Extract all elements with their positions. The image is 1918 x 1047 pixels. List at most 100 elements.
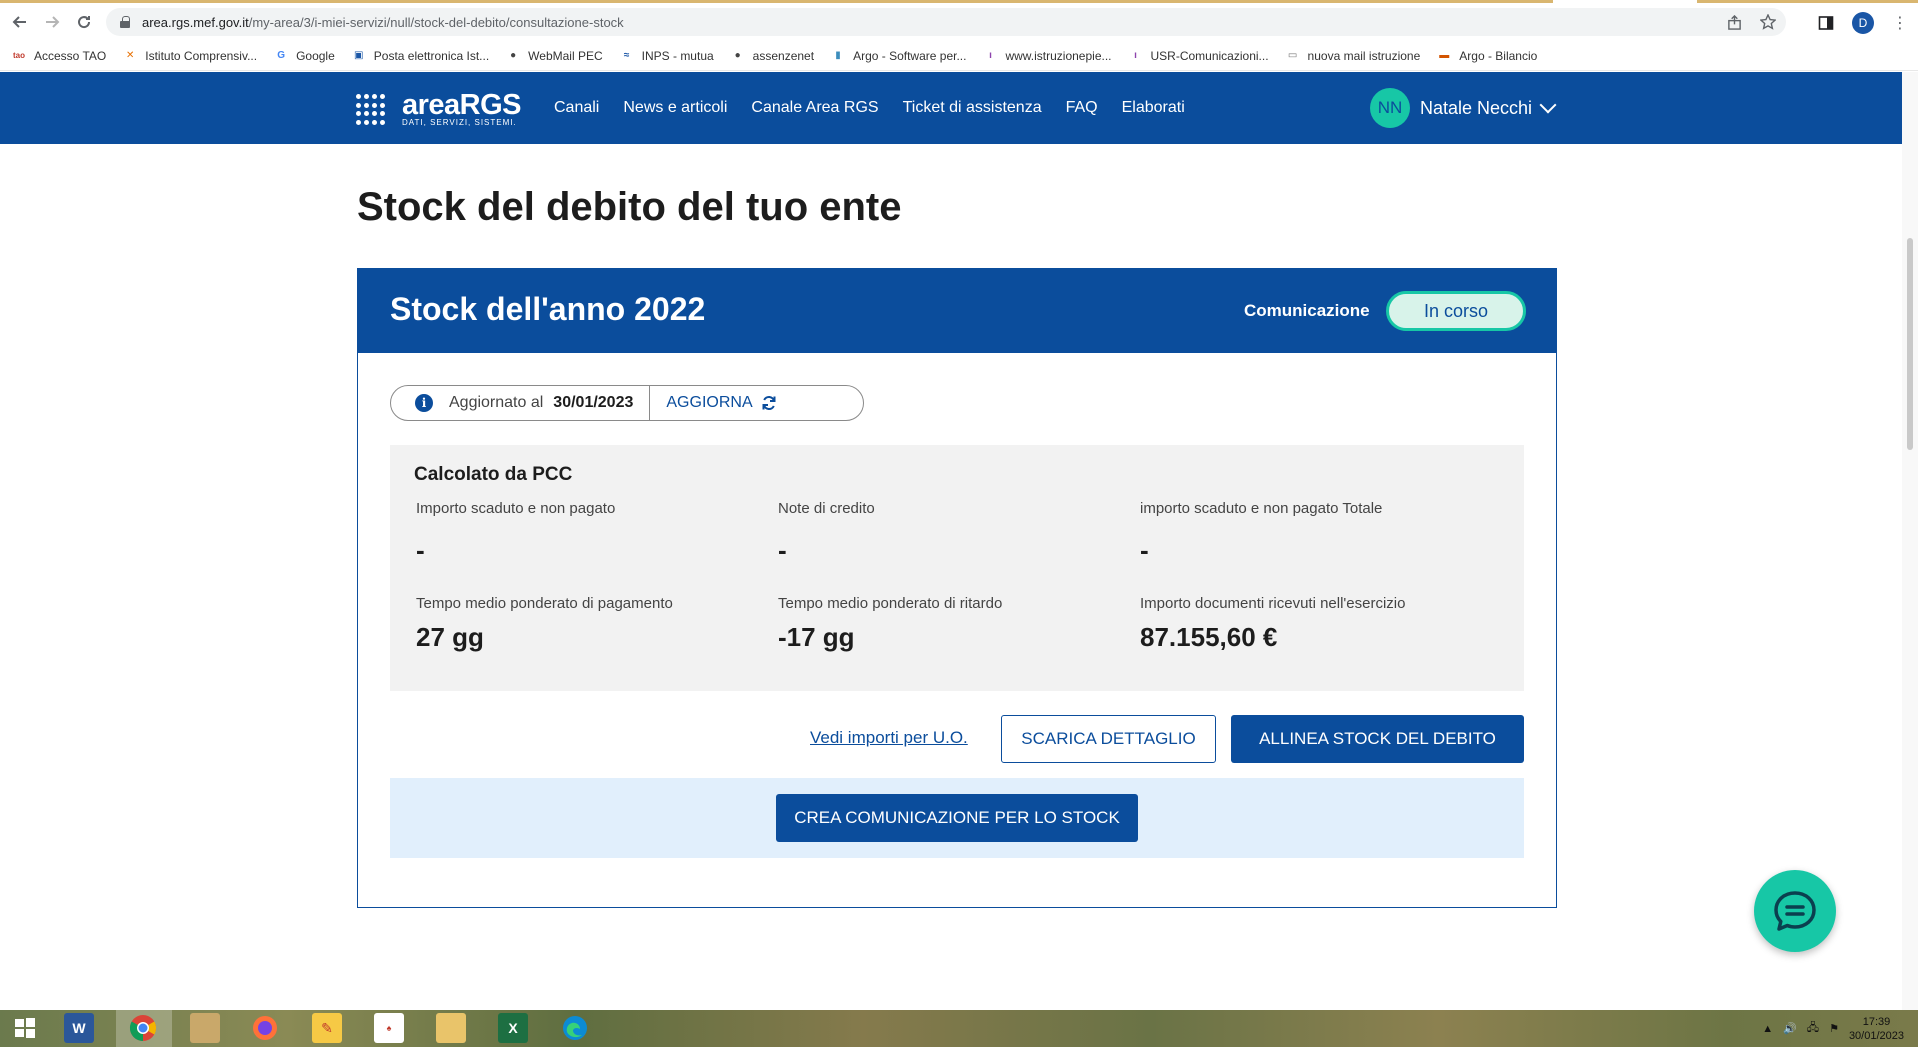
url-text[interactable]: area.rgs.mef.gov.it/my-area/3/i-miei-ser… (142, 15, 624, 30)
metric-label: Importo documenti ricevuti nell'esercizi… (1140, 595, 1406, 612)
refresh-label: AGGIORNA (666, 394, 753, 411)
download-detail-button[interactable]: SCARICA DETTAGLIO (1001, 715, 1216, 763)
metric-value: - (778, 535, 787, 565)
profile-avatar[interactable]: D (1852, 12, 1874, 34)
chrome-icon[interactable] (128, 1013, 158, 1043)
bookmark-label: Argo - Bilancio (1459, 48, 1538, 63)
nav-news[interactable]: News e articoli (623, 99, 727, 117)
bookmark-item[interactable]: ▮ Argo - Software per... (831, 49, 966, 63)
reload-button[interactable] (72, 10, 96, 34)
metric-label: Tempo medio ponderato di pagamento (416, 595, 673, 612)
bookmark-item[interactable]: ● assenzenet (731, 49, 814, 63)
page-title: Stock del debito del tuo ente (357, 185, 902, 229)
folder-icon[interactable] (436, 1013, 466, 1043)
view-uo-amounts-link[interactable]: Vedi importi per U.O. (810, 728, 968, 748)
stock-card-header: Stock dell'anno 2022 Comunicazione In co… (358, 269, 1556, 353)
solitaire-app-icon[interactable]: ♠ (374, 1013, 404, 1043)
bookmark-item[interactable]: ı www.istruzionepie... (983, 49, 1111, 63)
bookmark-label: Accesso TAO (34, 48, 107, 63)
bookmark-item[interactable]: ✕ Istituto Comprensiv... (123, 49, 257, 63)
tray-expand-icon[interactable]: ▲ (1762, 1023, 1773, 1035)
metric-importo-totale: importo scaduto e non pagato Totale - (1140, 500, 1382, 566)
bookmark-mail-icon: ▣ (354, 50, 364, 61)
browser-menu-icon[interactable]: ⋮ (1892, 13, 1908, 33)
excel-icon[interactable]: X (498, 1013, 528, 1043)
arrow-left-icon (12, 16, 26, 28)
bookmark-bars-icon: ı (1134, 50, 1137, 61)
bookmark-label: assenzenet (752, 48, 815, 63)
metric-value: - (1140, 535, 1149, 565)
bookmark-item[interactable]: ı USR-Comunicazioni... (1129, 48, 1269, 63)
signature-app-icon[interactable]: ✎ (312, 1013, 342, 1043)
reload-icon (78, 16, 91, 29)
bookmark-label: Posta elettronica Ist... (373, 48, 490, 63)
status-badge: In corso (1386, 291, 1526, 331)
word-icon[interactable]: W (64, 1013, 94, 1043)
bookmark-label: INPS - mutua (641, 48, 714, 63)
bookmark-label: USR-Comunicazioni... (1150, 48, 1269, 63)
bookmarks-bar: tao Accesso TAO ✕ Istituto Comprensiv... G Go… (0, 41, 1918, 71)
edge-icon[interactable] (560, 1013, 590, 1043)
bookmark-item[interactable]: tao Accesso TAO (12, 49, 106, 63)
info-icon: i (415, 394, 433, 412)
windows-start-icon[interactable] (10, 1013, 40, 1043)
chat-button[interactable] (1754, 870, 1836, 952)
url-host: area.rgs.mef.gov.it (142, 14, 249, 30)
metric-value: 27 gg (416, 622, 484, 652)
bookmark-label: nuova mail istruzione (1307, 48, 1421, 63)
create-communication-button[interactable]: CREA COMUNICAZIONE PER LO STOCK (776, 794, 1138, 842)
bookmark-item[interactable]: ▣ Posta elettronica Ist... (352, 49, 489, 63)
nav-ticket[interactable]: Ticket di assistenza (903, 99, 1042, 117)
arrow-right-icon (46, 16, 60, 28)
site-header: areaRGS DATI, SERVIZI, SISTEMI. Canali N… (0, 72, 1918, 144)
clock-time: 17:39 (1862, 1015, 1891, 1028)
bookmark-item[interactable]: ● WebMail PEC (506, 49, 603, 63)
url-path: /my-area/3/i-miei-servizi/null/stock-del… (248, 14, 624, 30)
logo-subtitle: DATI, SERVIZI, SISTEMI. (402, 118, 517, 127)
bookmark-item[interactable]: G Google (274, 49, 335, 63)
page-scrollbar[interactable] (1902, 72, 1918, 1010)
back-button[interactable] (8, 10, 32, 34)
network-icon[interactable]: 🖧 (1807, 1019, 1819, 1038)
bookmark-globe-icon: ● (510, 50, 517, 61)
logo-dots-icon (356, 94, 388, 126)
align-stock-button[interactable]: ALLINEA STOCK DEL DEBITO (1231, 715, 1524, 763)
bookmark-label: www.istruzionepie... (1005, 48, 1112, 63)
bookmark-joomla-icon: ✕ (126, 50, 135, 61)
bookmark-item[interactable]: ▭ nuova mail istruzione (1286, 48, 1421, 63)
flag-icon[interactable]: ⚑ (1829, 1022, 1839, 1035)
forward-button[interactable] (40, 10, 64, 34)
scrollbar-thumb[interactable] (1907, 238, 1913, 450)
address-bar[interactable]: area.rgs.mef.gov.it/my-area/3/i-miei-ser… (106, 8, 1786, 36)
bookmark-tao-icon: tao (13, 51, 25, 60)
updated-date: 30/01/2023 (553, 394, 634, 411)
metric-label: Importo scaduto e non pagato (416, 500, 616, 517)
arearGS-logo[interactable]: areaRGS DATI, SERVIZI, SISTEMI. (356, 91, 522, 128)
nav-faq[interactable]: FAQ (1066, 99, 1098, 117)
side-panel-icon[interactable] (1818, 15, 1834, 31)
bookmark-item[interactable]: ≈ INPS - mutua (620, 49, 714, 63)
bookmark-argo-icon: ▮ (835, 50, 841, 61)
nav-canali[interactable]: Canali (554, 99, 599, 117)
user-avatar: NN (1370, 88, 1410, 128)
metric-importo-scaduto: Importo scaduto e non pagato - (416, 500, 615, 566)
nav-elaborati[interactable]: Elaborati (1122, 99, 1185, 117)
file-explorer-icon[interactable] (190, 1013, 220, 1043)
system-clock[interactable]: 17:39 30/01/2023 (1849, 1015, 1904, 1043)
star-icon[interactable] (1760, 14, 1776, 30)
volume-icon[interactable]: 🔊 (1783, 1022, 1797, 1035)
metric-label: Note di credito (778, 500, 875, 517)
firefox-icon[interactable] (250, 1013, 280, 1043)
chat-bubble-icon (1774, 891, 1816, 931)
bookmark-item[interactable]: ▬ Argo - Bilancio (1437, 49, 1537, 63)
refresh-button[interactable]: AGGIORNA (666, 394, 776, 412)
metric-importo-documenti: Importo documenti ricevuti nell'esercizi… (1140, 595, 1405, 653)
user-menu[interactable]: NN Natale Necchi (1370, 88, 1557, 128)
stock-card: Stock dell'anno 2022 Comunicazione In co… (357, 268, 1557, 908)
share-icon[interactable] (1727, 14, 1742, 30)
metric-value: -17 gg (778, 622, 855, 652)
browser-toolbar: area.rgs.mef.gov.it/my-area/3/i-miei-ser… (0, 3, 1918, 41)
windows-taskbar: W ✎ ♠ X ▲ 🔊 🖧 ⚑ 17:39 30/01/2023 (0, 1010, 1918, 1047)
metric-value: 87.155,60 € (1140, 622, 1278, 652)
nav-canale-area-rgs[interactable]: Canale Area RGS (751, 99, 878, 117)
